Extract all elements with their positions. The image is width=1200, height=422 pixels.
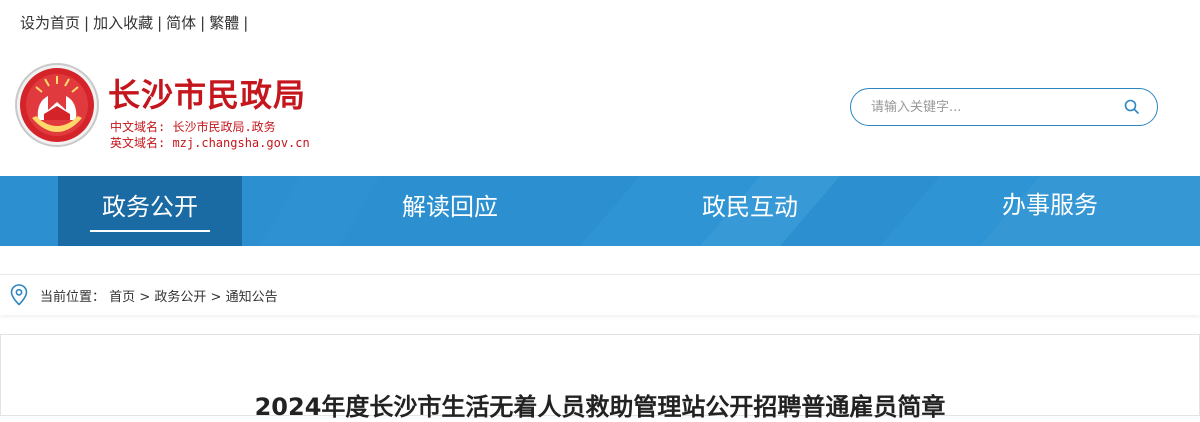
breadcrumb-bar: 当前位置： 首页 > 政务公开 > 通知公告 bbox=[0, 274, 1200, 315]
site-name: 长沙市民政局 bbox=[108, 76, 307, 114]
search-input[interactable] bbox=[871, 89, 1111, 125]
breadcrumb: 当前位置： 首页 > 政务公开 > 通知公告 bbox=[40, 286, 278, 305]
nav-item-label: 解读回应 bbox=[402, 193, 498, 221]
breadcrumb-notices[interactable]: 通知公告 bbox=[226, 290, 278, 305]
set-homepage-link[interactable]: 设为首页 bbox=[20, 14, 80, 32]
nav-item-label: 政务公开 bbox=[102, 193, 198, 221]
breadcrumb-home[interactable]: 首页 bbox=[109, 290, 135, 305]
active-nav-underline bbox=[90, 230, 210, 232]
site-header: 长沙市民政局 中文域名: 长沙市民政局.政务 英文域名: mzj.changsh… bbox=[0, 48, 1200, 176]
add-favorite-link[interactable]: 加入收藏 bbox=[93, 14, 153, 32]
chinese-domain-label: 中文域名: 长沙市民政局.政务 bbox=[110, 120, 276, 134]
separator: | bbox=[84, 14, 90, 32]
breadcrumb-separator: > bbox=[139, 290, 151, 305]
search-icon[interactable] bbox=[1123, 98, 1141, 116]
separator: | bbox=[157, 14, 163, 32]
nav-item-interpretation[interactable]: 解读回应 bbox=[358, 176, 542, 246]
article-title: 2024年度长沙市生活无着人员救助管理站公开招聘普通雇员简章 bbox=[254, 393, 946, 421]
nav-item-government-affairs[interactable]: 政务公开 bbox=[58, 176, 242, 246]
nav-item-interaction[interactable]: 政民互动 bbox=[658, 176, 842, 246]
breadcrumb-separator: > bbox=[210, 290, 222, 305]
breadcrumb-label: 当前位置： bbox=[40, 290, 106, 305]
traditional-chinese-link[interactable]: 繁體 bbox=[209, 14, 239, 32]
nav-item-services[interactable]: 办事服务 bbox=[958, 176, 1142, 246]
nav-item-label: 政民互动 bbox=[702, 193, 798, 221]
nav-item-label: 办事服务 bbox=[1002, 191, 1098, 219]
civil-affairs-emblem-icon[interactable] bbox=[14, 62, 100, 148]
breadcrumb-government-affairs[interactable]: 政务公开 bbox=[154, 290, 206, 305]
top-utility-bar: 设为首页 | 加入收藏 | 简体 | 繁體 | bbox=[20, 12, 252, 33]
separator: | bbox=[200, 14, 206, 32]
location-pin-icon bbox=[10, 284, 28, 306]
main-navigation: 政务公开 解读回应 政民互动 办事服务 bbox=[0, 176, 1200, 246]
english-domain-label: 英文域名: mzj.changsha.gov.cn bbox=[110, 136, 310, 150]
separator: | bbox=[243, 14, 249, 32]
search-box bbox=[850, 88, 1158, 126]
simplified-chinese-link[interactable]: 简体 bbox=[166, 14, 196, 32]
article-panel: 2024年度长沙市生活无着人员救助管理站公开招聘普通雇员简章 bbox=[0, 334, 1200, 421]
